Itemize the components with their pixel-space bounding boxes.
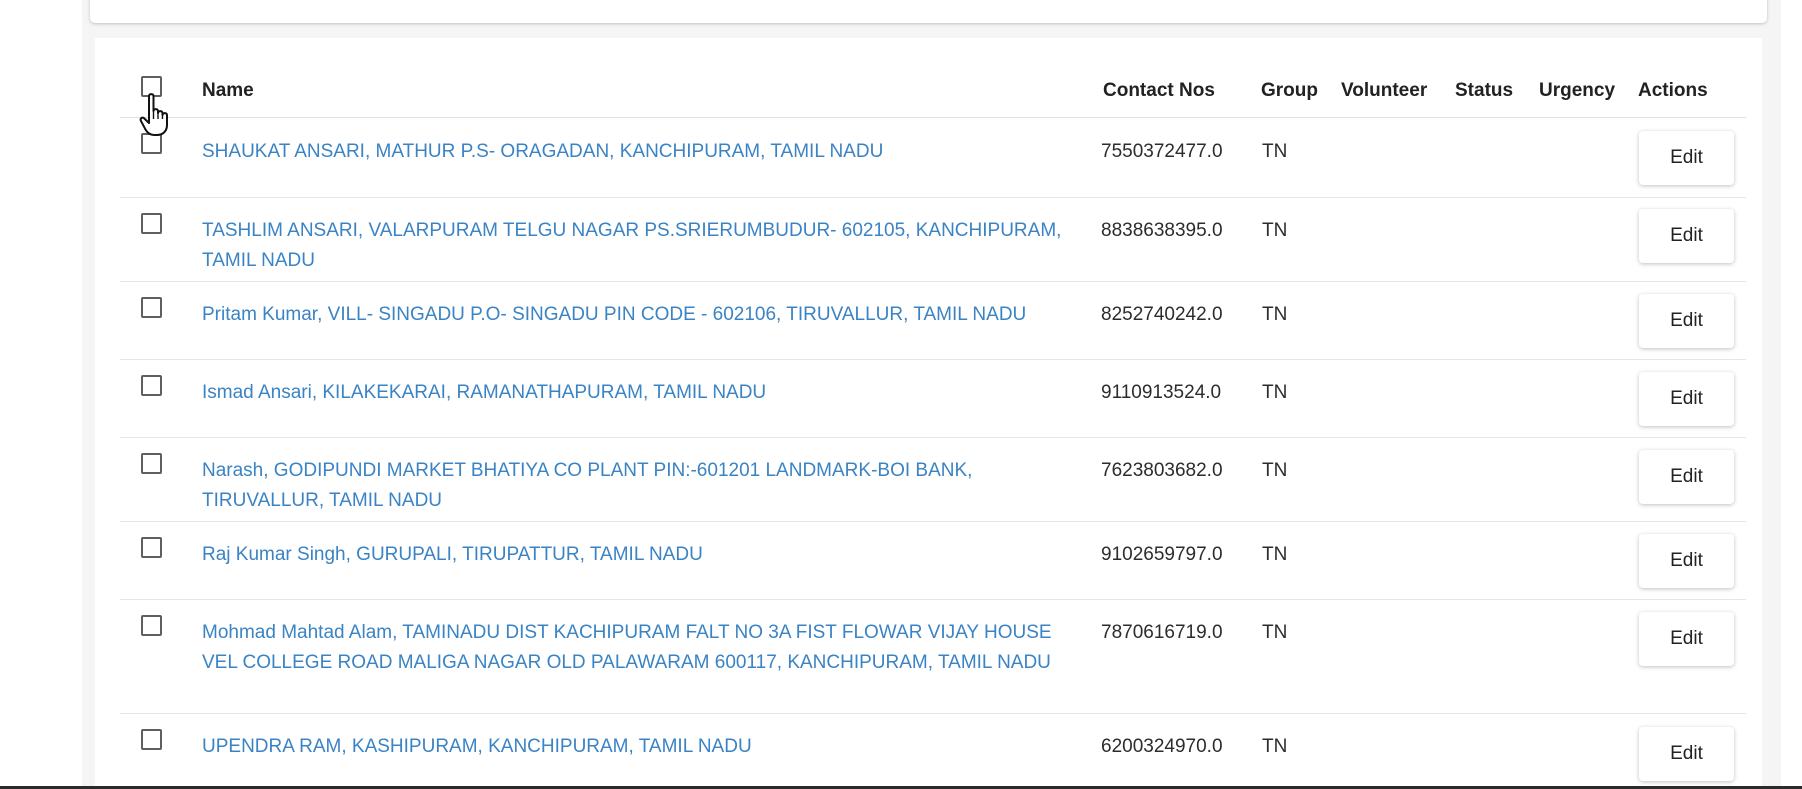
contact-number: 7550372477.0: [1101, 141, 1223, 162]
top-card: [90, 0, 1767, 23]
contact-name-link[interactable]: Ismad Ansari, KILAKEKARAI, RAMANATHAPURA…: [202, 378, 1062, 408]
group-value: TN: [1262, 304, 1288, 325]
hand-pointer-icon: [139, 93, 168, 136]
table-header-row: Name Contact Nos Group Volunteer Status …: [120, 62, 1746, 118]
table-row: TASHLIM ANSARI, VALARPURAM TELGU NAGAR P…: [120, 198, 1746, 282]
edit-button[interactable]: Edit: [1639, 372, 1734, 426]
table-row: SHAUKAT ANSARI, MATHUR P.S- ORAGADAN, KA…: [120, 119, 1746, 198]
contact-name-link[interactable]: Raj Kumar Singh, GURUPALI, TIRUPATTUR, T…: [202, 540, 1062, 570]
header-name[interactable]: Name: [202, 80, 254, 102]
row-checkbox[interactable]: [141, 375, 162, 396]
edit-button[interactable]: Edit: [1639, 612, 1734, 666]
contact-number: 6200324970.0: [1101, 736, 1223, 757]
table-row: Narash, GODIPUNDI MARKET BHATIYA CO PLAN…: [120, 438, 1746, 522]
row-checkbox[interactable]: [141, 213, 162, 234]
contact-number: 9102659797.0: [1101, 544, 1223, 565]
contact-number: 7623803682.0: [1101, 460, 1223, 481]
header-urgency[interactable]: Urgency: [1539, 80, 1615, 102]
contact-name-link[interactable]: SHAUKAT ANSARI, MATHUR P.S- ORAGADAN, KA…: [202, 137, 1062, 167]
header-actions: Actions: [1638, 80, 1708, 101]
group-value: TN: [1262, 382, 1288, 403]
contact-name-link[interactable]: Mohmad Mahtad Alam, TAMINADU DIST KACHIP…: [202, 618, 1062, 677]
edit-button[interactable]: Edit: [1639, 294, 1734, 348]
edit-button[interactable]: Edit: [1639, 209, 1734, 263]
row-checkbox[interactable]: [141, 729, 162, 750]
group-value: TN: [1262, 544, 1288, 565]
contact-number: 9110913524.0: [1101, 382, 1222, 403]
edit-button[interactable]: Edit: [1639, 534, 1734, 588]
edit-button[interactable]: Edit: [1639, 727, 1734, 781]
row-checkbox[interactable]: [141, 537, 162, 558]
row-checkbox[interactable]: [141, 615, 162, 636]
table-row: Raj Kumar Singh, GURUPALI, TIRUPATTUR, T…: [120, 522, 1746, 600]
table-row: UPENDRA RAM, KASHIPURAM, KANCHIPURAM, TA…: [120, 714, 1746, 786]
contact-number: 8838638395.0: [1101, 220, 1223, 241]
header-status[interactable]: Status: [1455, 80, 1513, 102]
header-volunteer[interactable]: Volunteer: [1341, 80, 1427, 102]
contact-name-link[interactable]: TASHLIM ANSARI, VALARPURAM TELGU NAGAR P…: [202, 216, 1062, 275]
contact-name-link[interactable]: Pritam Kumar, VILL- SINGADU P.O- SINGADU…: [202, 300, 1062, 330]
contact-number: 7870616719.0: [1101, 622, 1223, 643]
row-checkbox[interactable]: [141, 453, 162, 474]
group-value: TN: [1262, 141, 1288, 162]
edit-button[interactable]: Edit: [1639, 131, 1734, 185]
group-value: TN: [1262, 736, 1288, 757]
row-checkbox[interactable]: [141, 297, 162, 318]
edit-button[interactable]: Edit: [1639, 450, 1734, 504]
header-group[interactable]: Group: [1261, 80, 1318, 102]
table-row: Pritam Kumar, VILL- SINGADU P.O- SINGADU…: [120, 282, 1746, 360]
group-value: TN: [1262, 220, 1288, 241]
contact-name-link[interactable]: Narash, GODIPUNDI MARKET BHATIYA CO PLAN…: [202, 456, 1062, 515]
table-row: Ismad Ansari, KILAKEKARAI, RAMANATHAPURA…: [120, 360, 1746, 438]
group-value: TN: [1262, 460, 1288, 481]
header-contact-nos[interactable]: Contact Nos: [1103, 80, 1215, 102]
contact-name-link[interactable]: UPENDRA RAM, KASHIPURAM, KANCHIPURAM, TA…: [202, 732, 1062, 762]
contact-number: 8252740242.0: [1101, 304, 1223, 325]
group-value: TN: [1262, 622, 1288, 643]
table-row: Mohmad Mahtad Alam, TAMINADU DIST KACHIP…: [120, 600, 1746, 714]
